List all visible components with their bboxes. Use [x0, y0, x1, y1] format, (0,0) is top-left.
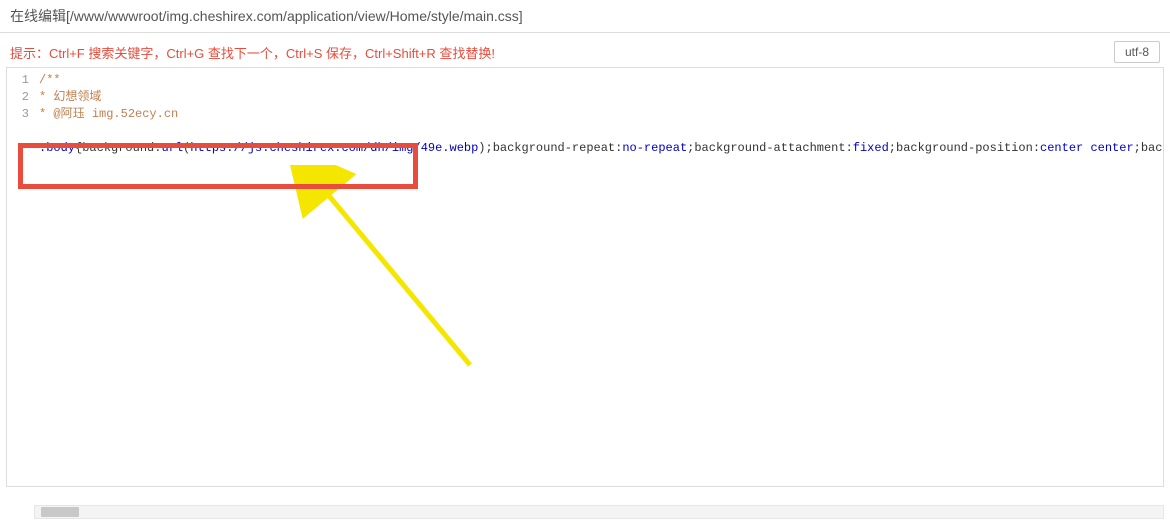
hint-row: 提示：Ctrl+F 搜索关键字，Ctrl+G 查找下一个，Ctrl+S 保存，C… [0, 33, 1170, 67]
code-line: .body{background:url(https://js.cheshire… [39, 140, 1164, 157]
code-area[interactable]: /** * 幻想领域 * @阿珏 img.52ecy.cn .body{back… [35, 68, 1164, 486]
code-line [39, 123, 1164, 140]
code-line: * 幻想领域 [39, 89, 1164, 106]
title-prefix: 在线编辑 [10, 8, 66, 24]
line-number: 1 [7, 72, 29, 89]
hint-text: 提示：Ctrl+F 搜索关键字，Ctrl+G 查找下一个，Ctrl+S 保存，C… [10, 43, 495, 62]
line-gutter: 1 2 3 [7, 68, 35, 486]
code-line: /** [39, 72, 1164, 89]
code-line: * @阿珏 img.52ecy.cn [39, 106, 1164, 123]
encoding-button[interactable]: utf-8 [1114, 41, 1160, 63]
line-number: 2 [7, 89, 29, 106]
title-bar: 在线编辑[/www/wwwroot/img.cheshirex.com/appl… [0, 0, 1170, 33]
scrollbar-thumb[interactable] [41, 507, 79, 517]
horizontal-scrollbar[interactable] [34, 505, 1164, 519]
line-number: 3 [7, 106, 29, 123]
code-editor[interactable]: 1 2 3 /** * 幻想领域 * @阿珏 img.52ecy.cn .bod… [6, 67, 1164, 487]
title-path: [/www/wwwroot/img.cheshirex.com/applicat… [66, 8, 523, 24]
